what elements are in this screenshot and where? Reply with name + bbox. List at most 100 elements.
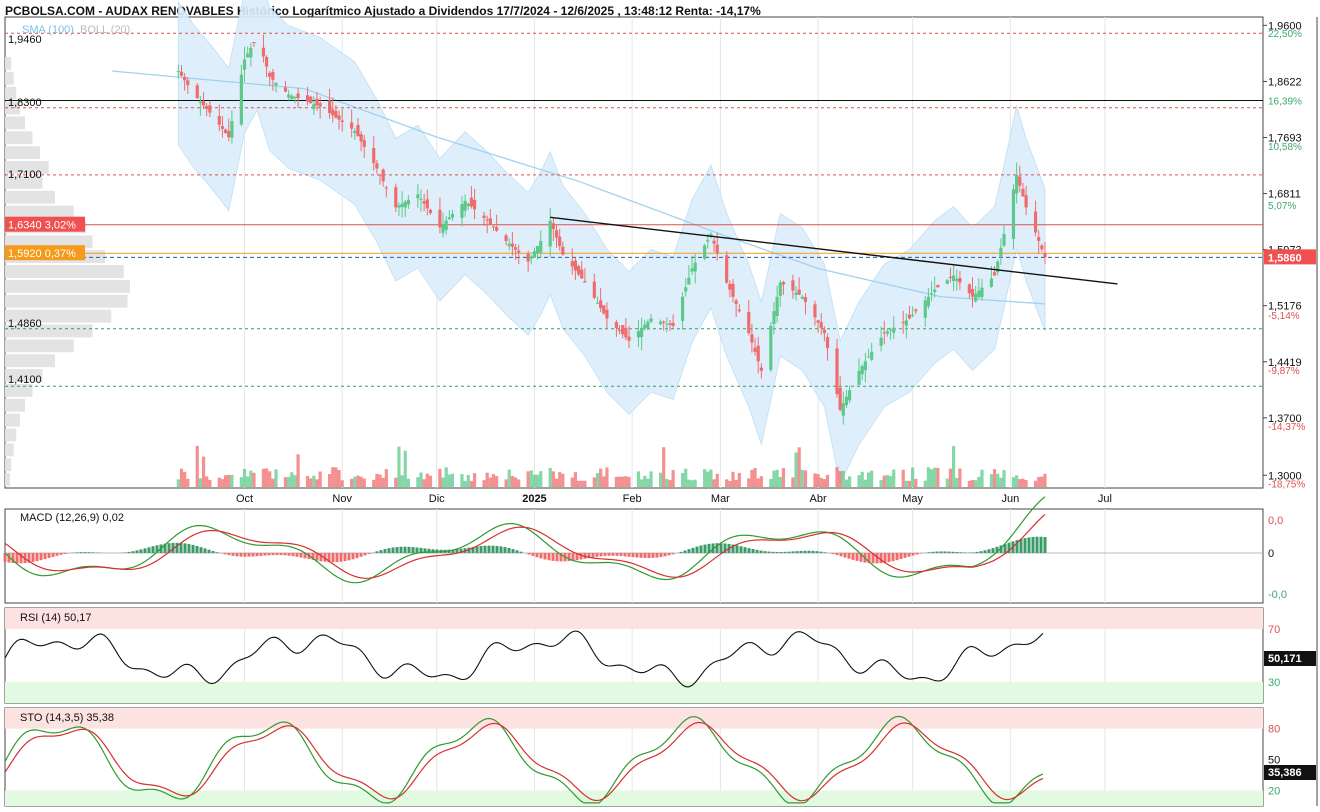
volume-bar <box>923 480 927 487</box>
volume-bar <box>536 474 540 487</box>
candle-body <box>646 321 650 329</box>
volume-bar <box>1002 470 1006 487</box>
macd-histogram-bar <box>355 553 359 559</box>
macd-histogram-bar <box>187 544 191 553</box>
volume-bar <box>517 479 521 487</box>
volume-bar <box>800 469 804 487</box>
volume-bar <box>331 467 335 487</box>
candle-body <box>706 239 710 242</box>
candle-body <box>602 305 606 314</box>
macd-histogram-bar <box>395 547 399 553</box>
volume-bar <box>513 477 518 487</box>
macd-histogram-bar <box>379 550 383 553</box>
macd-histogram-bar <box>499 546 503 553</box>
volume-bar <box>835 467 839 487</box>
volume-bar <box>756 478 760 487</box>
volume-bar <box>447 474 451 487</box>
candle-body <box>428 209 433 214</box>
volume-bar <box>482 480 486 487</box>
level-label: 1,6340 3,02% <box>8 220 76 232</box>
candle-body <box>230 121 234 138</box>
macd-histogram-bar <box>979 551 983 553</box>
candle-body <box>274 82 278 86</box>
volume-bar <box>372 479 376 487</box>
candle-body <box>337 115 341 120</box>
macd-histogram-bar <box>63 553 67 554</box>
macd-histogram-bar <box>735 545 739 553</box>
candle-body <box>305 95 310 102</box>
volume-bar <box>573 472 578 487</box>
macd-histogram-bar <box>243 553 247 557</box>
macd-histogram-bar <box>783 551 787 553</box>
sto-overbought-zone <box>5 708 1263 729</box>
candle-body <box>658 321 663 325</box>
volume-profile-bar <box>5 190 55 204</box>
candle-body <box>992 272 997 276</box>
macd-histogram-bar <box>919 553 923 554</box>
volume-bar <box>283 477 288 487</box>
macd-histogram-bar <box>175 542 179 553</box>
macd-histogram-bar <box>55 553 59 556</box>
volume-bar <box>844 479 849 487</box>
volume-bar <box>264 468 269 487</box>
candle-body <box>614 322 618 328</box>
macd-histogram-bar <box>227 553 231 556</box>
macd-histogram-bar <box>483 545 487 553</box>
volume-bar <box>936 467 940 487</box>
macd-histogram-bar <box>679 551 683 553</box>
candle-body <box>517 250 521 253</box>
candle-body <box>989 278 994 287</box>
percent-axis-label: -18,75% <box>1268 480 1305 491</box>
candle-body <box>1021 189 1025 197</box>
candle-body <box>312 104 316 110</box>
candle-body <box>929 293 934 295</box>
volume-bar <box>186 478 190 487</box>
volume-bar <box>870 470 874 487</box>
volume-profile-bar <box>5 339 74 353</box>
candle-body <box>866 356 871 358</box>
macd-histogram-bar <box>75 552 79 553</box>
volume-bar <box>176 479 180 487</box>
volume-bar <box>179 468 184 487</box>
percent-axis-label: -9,87% <box>1268 366 1300 377</box>
volume-bar <box>271 478 275 487</box>
candle-body <box>933 289 937 292</box>
volume-bar <box>261 468 266 487</box>
candle-body <box>967 284 971 294</box>
candle-body <box>176 71 180 73</box>
volume-bar <box>466 474 470 487</box>
candle-body <box>772 311 776 324</box>
volume-bar <box>362 478 366 487</box>
macd-histogram-bar <box>891 553 895 562</box>
macd-histogram-bar <box>291 553 295 557</box>
volume-profile-bar <box>5 205 74 219</box>
volume-bar <box>838 471 842 487</box>
volume-bar <box>879 480 883 487</box>
macd-histogram-bar <box>539 553 543 559</box>
candle-body <box>309 96 313 103</box>
candle-body <box>447 217 451 220</box>
macd-histogram-bar <box>807 550 811 553</box>
volume-bar <box>977 476 981 487</box>
candle-body <box>627 336 631 341</box>
volume-profile-bar <box>5 428 17 442</box>
macd-histogram-bar <box>295 553 299 557</box>
volume-bar <box>813 473 817 487</box>
macd-histogram-bar <box>671 553 675 555</box>
volume-bar <box>463 480 467 487</box>
macd-histogram-bar <box>851 553 855 560</box>
volume-bar <box>945 478 949 487</box>
macd-histogram-bar <box>779 551 783 553</box>
candle-body <box>397 205 401 208</box>
volume-bar <box>406 478 410 487</box>
macd-histogram-bar <box>795 551 799 553</box>
candle-body <box>734 300 738 304</box>
candle-body <box>570 261 574 267</box>
macd-histogram-bar <box>791 551 795 553</box>
candle-body <box>252 41 256 43</box>
candle-body <box>290 95 294 100</box>
candle-body <box>293 96 297 98</box>
volume-bar <box>548 467 552 487</box>
candle-body <box>375 163 379 169</box>
candle-body <box>425 199 429 209</box>
